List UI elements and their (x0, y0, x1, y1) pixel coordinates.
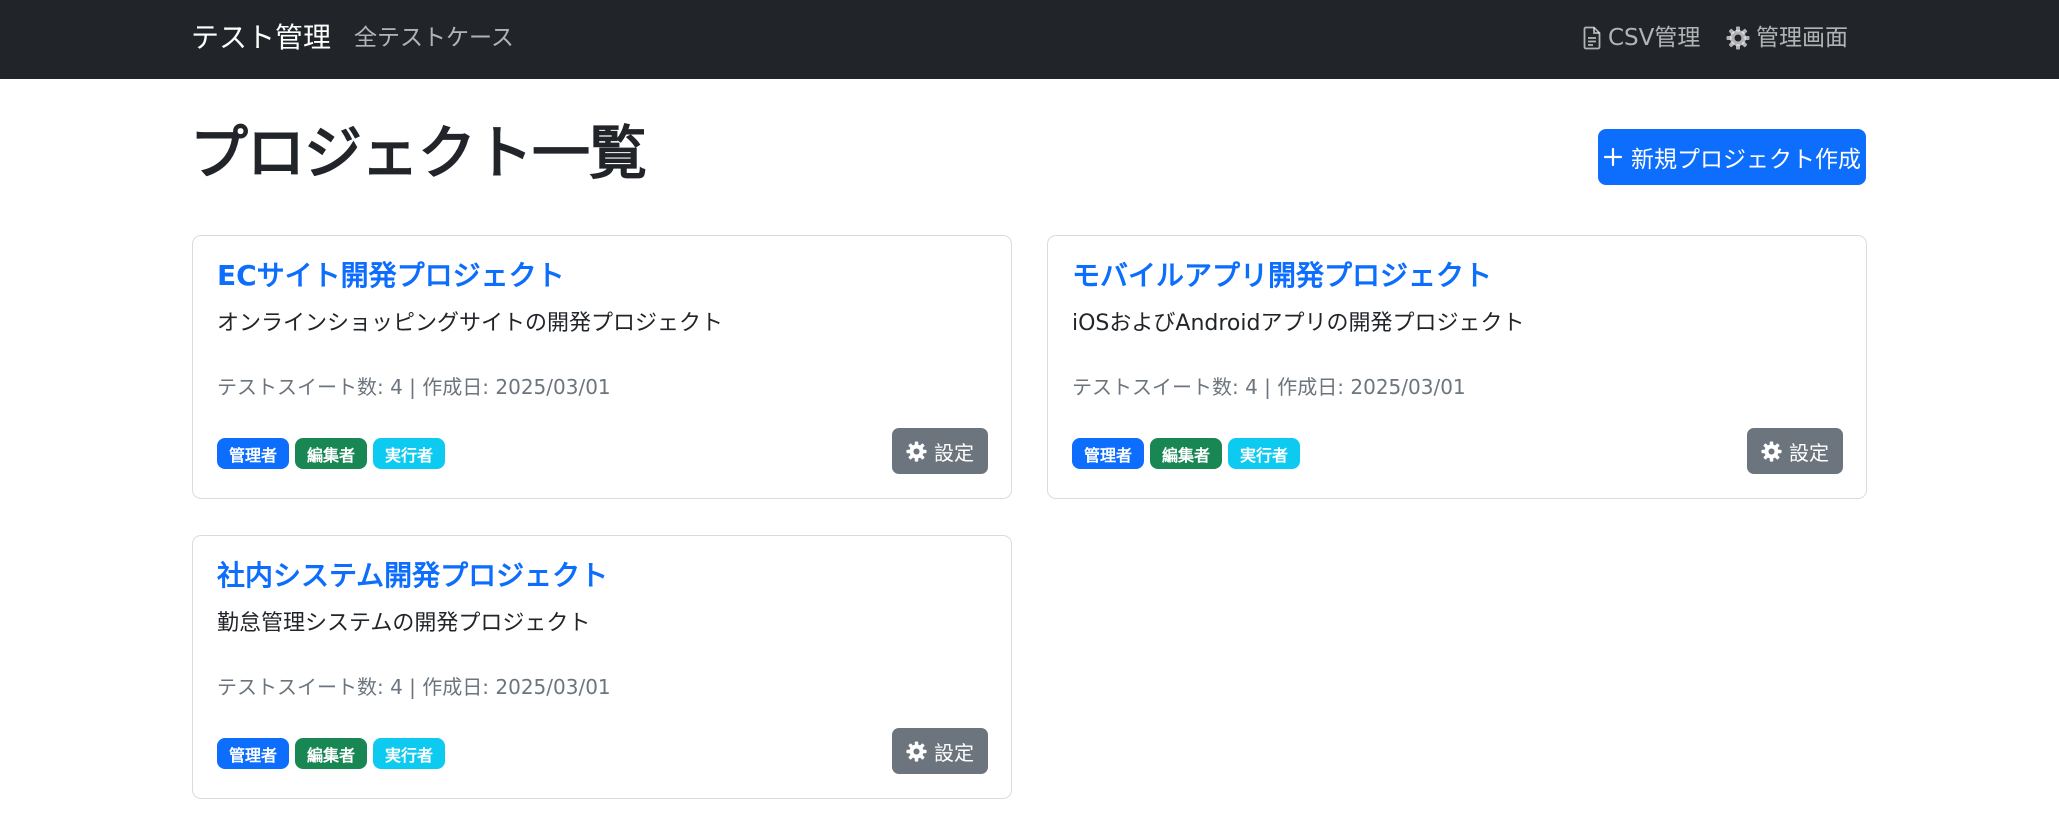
project-description: iOSおよびAndroidアプリの開発プロジェクト (1072, 311, 1525, 336)
top-navbar: テスト管理 全テストケース CSV管理 管理画面 (0, 0, 2059, 79)
file-text-icon (1583, 26, 1601, 50)
project-title-link[interactable]: ECサイト開発プロジェクト (217, 256, 565, 296)
role-badge-executor: 実行者 (1228, 438, 1301, 469)
project-meta: テストスイート数: 4 | 作成日: 2025/03/01 (217, 375, 611, 399)
project-meta: テストスイート数: 4 | 作成日: 2025/03/01 (217, 675, 611, 699)
project-title-link[interactable]: モバイルアプリ開発プロジェクト (1072, 256, 1492, 296)
nav-all-test-cases[interactable]: 全テストケース (354, 21, 514, 55)
role-badge-admin: 管理者 (217, 438, 290, 469)
settings-button[interactable]: 設定 (892, 428, 988, 474)
project-card: ECサイト開発プロジェクト オンラインショッピングサイトの開発プロジェクト テス… (192, 235, 1012, 499)
nav-csv-label: CSV管理 (1608, 25, 1701, 51)
project-title-link[interactable]: 社内システム開発プロジェクト (217, 556, 608, 596)
role-badge-admin: 管理者 (1072, 438, 1145, 469)
plus-icon (1603, 147, 1623, 167)
nav-admin-label: 管理画面 (1756, 25, 1848, 51)
gear-icon (906, 740, 927, 762)
gear-icon (906, 440, 927, 462)
page-title: プロジェクト一覧 (190, 119, 647, 187)
settings-button[interactable]: 設定 (1747, 428, 1843, 474)
settings-label: 設定 (934, 440, 974, 465)
role-badges: 管理者 編集者 実行者 (217, 438, 446, 469)
new-project-button[interactable]: 新規プロジェクト作成 (1598, 129, 1866, 185)
brand-link[interactable]: テスト管理 (191, 18, 331, 58)
project-description: オンラインショッピングサイトの開発プロジェクト (217, 311, 724, 336)
role-badge-executor: 実行者 (373, 438, 446, 469)
project-card: 社内システム開発プロジェクト 勤怠管理システムの開発プロジェクト テストスイート… (192, 535, 1012, 799)
role-badge-editor: 編集者 (295, 738, 368, 769)
role-badges: 管理者 編集者 実行者 (217, 738, 446, 769)
project-description: 勤怠管理システムの開発プロジェクト (217, 611, 591, 636)
role-badge-editor: 編集者 (1150, 438, 1223, 469)
gear-icon (1726, 26, 1750, 50)
nav-admin[interactable]: 管理画面 (1726, 21, 1848, 55)
settings-label: 設定 (934, 740, 974, 765)
project-card: モバイルアプリ開発プロジェクト iOSおよびAndroidアプリの開発プロジェク… (1047, 235, 1867, 499)
role-badge-executor: 実行者 (373, 738, 446, 769)
project-meta: テストスイート数: 4 | 作成日: 2025/03/01 (1072, 375, 1466, 399)
role-badge-admin: 管理者 (217, 738, 290, 769)
role-badges: 管理者 編集者 実行者 (1072, 438, 1301, 469)
new-project-label: 新規プロジェクト作成 (1631, 147, 1861, 173)
nav-csv-management[interactable]: CSV管理 (1582, 21, 1700, 55)
settings-label: 設定 (1789, 440, 1829, 465)
settings-button[interactable]: 設定 (892, 728, 988, 774)
nav-all-test-cases-label: 全テストケース (354, 25, 514, 51)
gear-icon (1761, 440, 1782, 462)
role-badge-editor: 編集者 (295, 438, 368, 469)
